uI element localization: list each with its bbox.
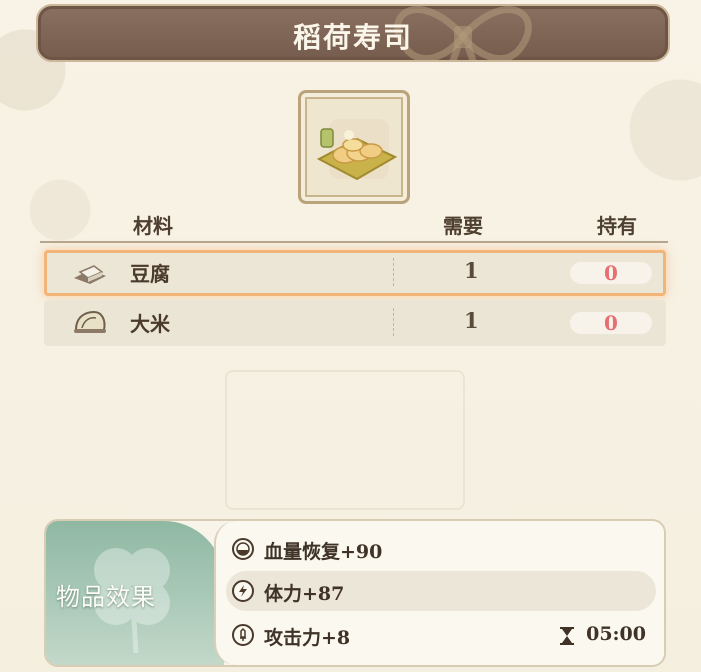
effect-row: 体力+87 (226, 571, 656, 611)
effects-label-area: 物品效果 (46, 521, 224, 665)
column-divider (393, 258, 394, 286)
header-material: 材料 (133, 214, 173, 238)
effect-text: 体力+87 (264, 583, 345, 605)
have-count: 0 (570, 262, 652, 284)
column-divider (393, 308, 394, 336)
effect-row: 攻击力+8 05:00 (226, 615, 656, 655)
need-count: 1 (464, 308, 479, 333)
stamina-bolt-icon (232, 580, 254, 602)
need-count: 1 (464, 258, 479, 283)
effects-list: 血量恢复+90 体力+87 攻击力+8 05:00 (214, 521, 664, 665)
inari-sushi-plate-icon (316, 119, 398, 181)
background-frame (225, 370, 465, 510)
effect-text: 攻击力+8 (264, 627, 351, 649)
header-divider (40, 241, 668, 243)
tofu-icon (74, 265, 106, 284)
material-row-tofu[interactable]: 豆腐 1 0 (44, 250, 666, 296)
have-count: 0 (570, 312, 652, 334)
material-row-rice[interactable]: 大米 1 0 (44, 300, 666, 346)
hourglass-icon (560, 627, 574, 645)
effect-duration: 05:00 (586, 623, 646, 645)
effect-text: 血量恢复+90 (264, 541, 383, 563)
attack-sword-icon (232, 624, 254, 646)
header-have: 持有 (597, 214, 637, 238)
header-need: 需要 (443, 214, 483, 238)
dish-image (298, 90, 410, 204)
rice-sack-icon (74, 310, 106, 333)
material-name: 豆腐 (130, 262, 170, 286)
material-name: 大米 (130, 312, 170, 336)
hp-recovery-icon (232, 538, 254, 560)
item-effects-panel: 物品效果 血量恢复+90 体力+87 攻击力+8 05:00 (44, 519, 666, 667)
dish-title: 稻荷寿司 (292, 21, 413, 54)
effect-row: 血量恢复+90 (226, 529, 656, 569)
effects-title: 物品效果 (56, 583, 156, 611)
title-banner: 稻荷寿司 (36, 4, 670, 62)
